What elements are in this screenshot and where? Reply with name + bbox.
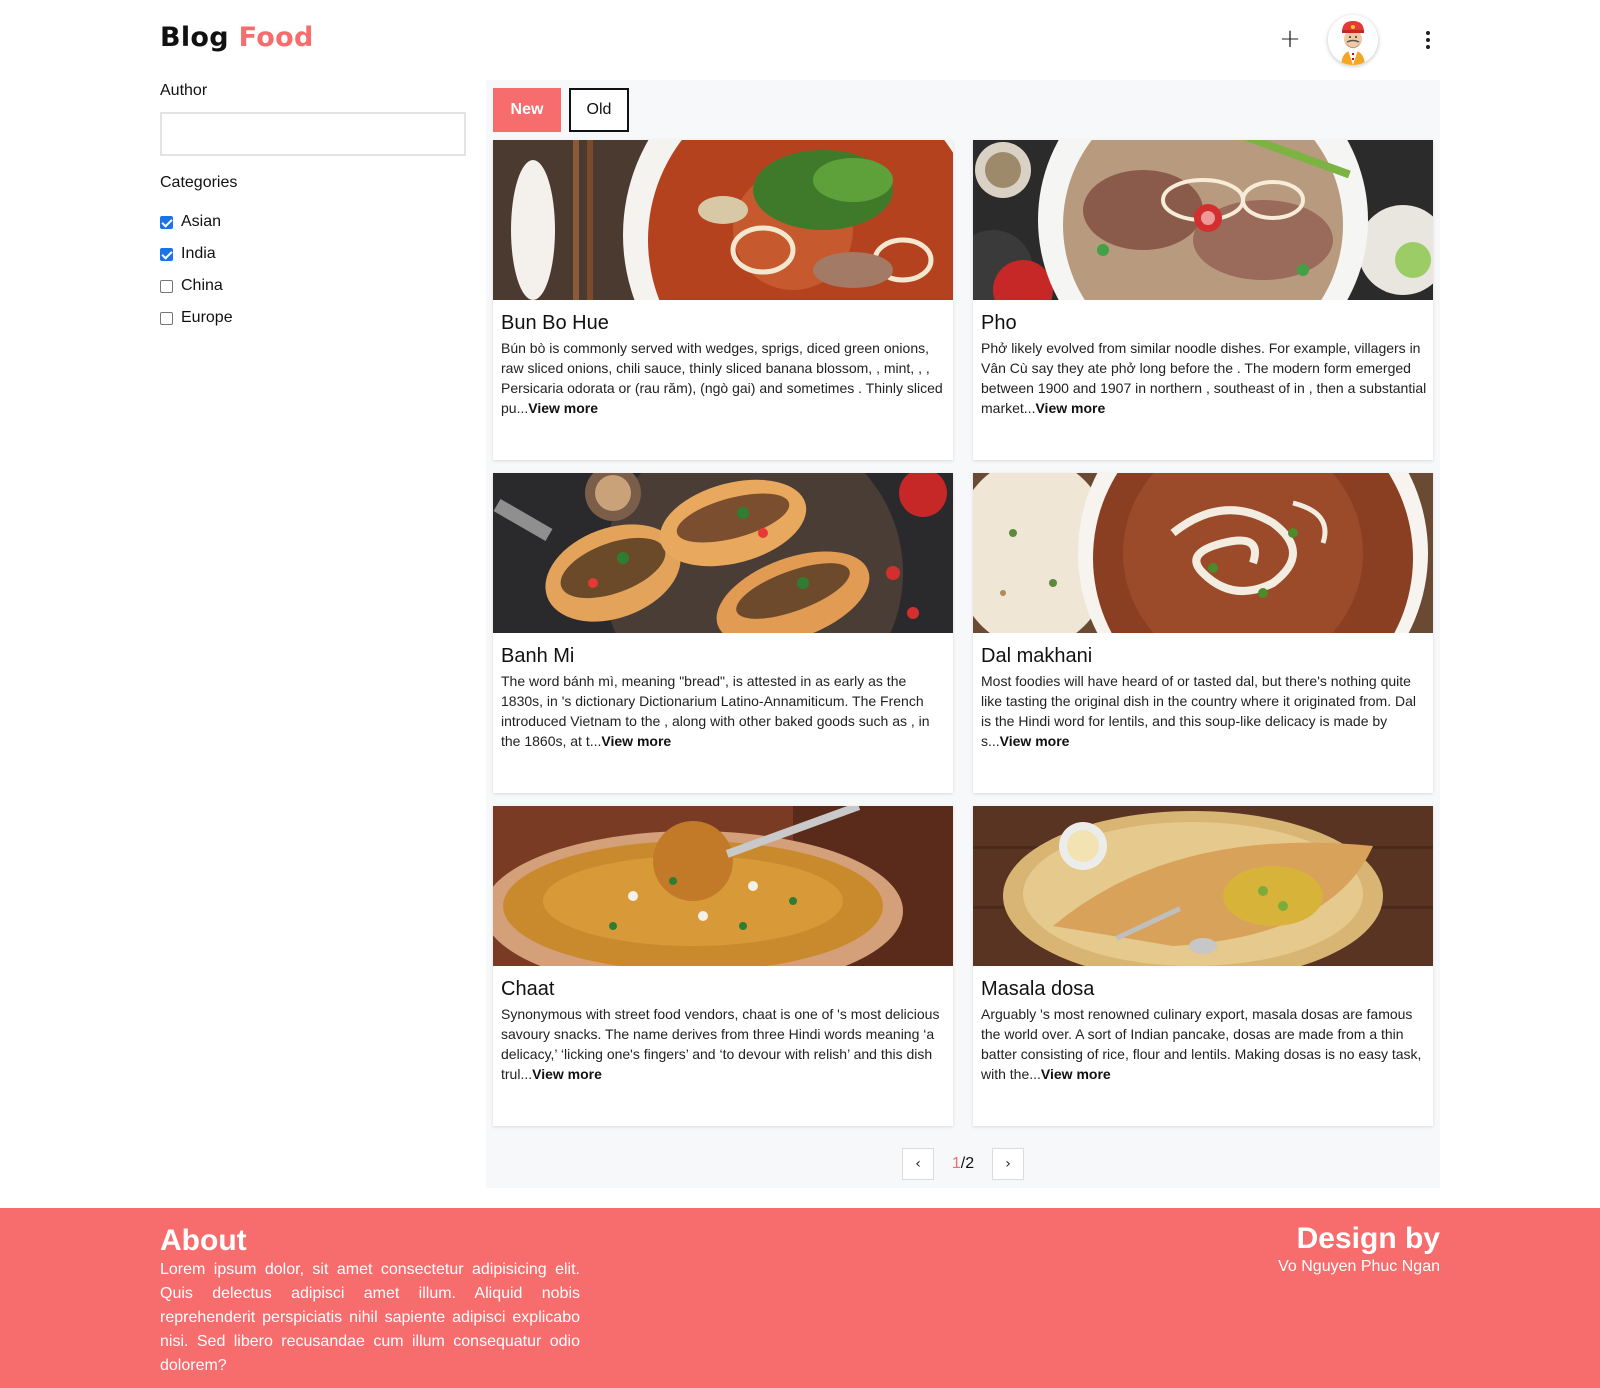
- next-page-button[interactable]: ›: [992, 1148, 1024, 1180]
- avatar[interactable]: [1328, 15, 1378, 65]
- post-image[interactable]: [973, 473, 1433, 633]
- more-vertical-icon: [1426, 31, 1430, 35]
- chevron-right-icon: ›: [1005, 1156, 1011, 1172]
- chef-avatar-icon: [1328, 15, 1378, 65]
- category-label: India: [181, 245, 216, 262]
- checkbox-europe[interactable]: [160, 311, 173, 325]
- add-post-button[interactable]: +: [1274, 24, 1306, 56]
- category-label: Europe: [181, 309, 233, 326]
- pagination: ‹ 1/2 ›: [902, 1148, 1024, 1180]
- post-excerpt: Arguably 's most renowned culinary expor…: [981, 1006, 1422, 1082]
- post-title[interactable]: Dal makhani: [981, 645, 1092, 668]
- sort-old-button[interactable]: Old: [569, 88, 629, 132]
- post-excerpt: Most foodies will have heard of or taste…: [981, 673, 1416, 749]
- site-footer: About Lorem ipsum dolor, sit amet consec…: [0, 1208, 1600, 1388]
- author-input[interactable]: [160, 112, 466, 156]
- view-more-link[interactable]: View more: [532, 1066, 602, 1082]
- post-card-pho[interactable]: Pho Phở likely evolved from similar nood…: [973, 140, 1433, 460]
- post-image[interactable]: [493, 140, 953, 300]
- post-image[interactable]: [973, 806, 1433, 966]
- post-card-bun-bo-hue[interactable]: Bun Bo Hue Bún bò is commonly served wit…: [493, 140, 953, 460]
- view-more-link[interactable]: View more: [1041, 1066, 1111, 1082]
- category-asian[interactable]: Asian: [160, 206, 233, 238]
- logo-blog: Blog: [160, 22, 229, 53]
- view-more-link[interactable]: View more: [1000, 733, 1070, 749]
- author-label: Author: [160, 82, 208, 99]
- checkbox-india[interactable]: [160, 247, 173, 261]
- sort-new-button[interactable]: New: [493, 88, 561, 132]
- about-heading: About: [160, 1224, 247, 1257]
- post-title[interactable]: Bun Bo Hue: [501, 312, 609, 335]
- category-europe[interactable]: Europe: [160, 302, 233, 334]
- category-india[interactable]: India: [160, 238, 233, 270]
- category-list: Asian India China Europe: [160, 206, 233, 334]
- page-indicator: 1/2: [934, 1155, 992, 1173]
- post-card-chaat[interactable]: Chaat Synonymous with street food vendor…: [493, 806, 953, 1126]
- site-header: Blog Food +: [160, 0, 1440, 80]
- posts-panel: New Old Bun Bo Hue Bún bò is commonly se…: [486, 80, 1440, 1188]
- more-menu-button[interactable]: [1412, 24, 1444, 56]
- view-more-link[interactable]: View more: [528, 400, 598, 416]
- post-title[interactable]: Pho: [981, 312, 1017, 335]
- post-title[interactable]: Masala dosa: [981, 978, 1094, 1001]
- category-label: China: [181, 277, 223, 294]
- category-label: Asian: [181, 213, 222, 230]
- post-excerpt: Phở likely evolved from similar noodle d…: [981, 340, 1427, 416]
- category-china[interactable]: China: [160, 270, 233, 302]
- post-title[interactable]: Chaat: [501, 978, 554, 1001]
- logo-food: Food: [238, 22, 314, 53]
- post-excerpt: Bún bò is commonly served with wedges, s…: [501, 340, 943, 416]
- post-excerpt: The word bánh mì, meaning "bread", is at…: [501, 673, 930, 749]
- site-logo[interactable]: Blog Food: [160, 22, 314, 53]
- post-card-dal-makhani[interactable]: Dal makhani Most foodies will have heard…: [973, 473, 1433, 793]
- post-image[interactable]: [493, 473, 953, 633]
- design-heading: Design by: [1296, 1222, 1440, 1255]
- about-text: Lorem ipsum dolor, sit amet consectetur …: [160, 1261, 580, 1374]
- view-more-link[interactable]: View more: [601, 733, 671, 749]
- checkbox-asian[interactable]: [160, 215, 173, 229]
- current-page: 1: [951, 1155, 961, 1172]
- total-pages: /2: [960, 1155, 975, 1172]
- post-image[interactable]: [973, 140, 1433, 300]
- post-image[interactable]: [493, 806, 953, 966]
- chevron-left-icon: ‹: [915, 1156, 921, 1172]
- categories-label: Categories: [160, 174, 238, 191]
- post-card-banh-mi[interactable]: Banh Mi The word bánh mì, meaning "bread…: [493, 473, 953, 793]
- post-title[interactable]: Banh Mi: [501, 645, 574, 668]
- checkbox-china[interactable]: [160, 279, 173, 293]
- post-card-masala-dosa[interactable]: Masala dosa Arguably 's most renowned cu…: [973, 806, 1433, 1126]
- view-more-link[interactable]: View more: [1035, 400, 1105, 416]
- plus-icon: +: [1279, 24, 1301, 54]
- post-excerpt: Synonymous with street food vendors, cha…: [501, 1006, 940, 1082]
- designer-name: Vo Nguyen Phuc Ngan: [1278, 1258, 1440, 1275]
- prev-page-button[interactable]: ‹: [902, 1148, 934, 1180]
